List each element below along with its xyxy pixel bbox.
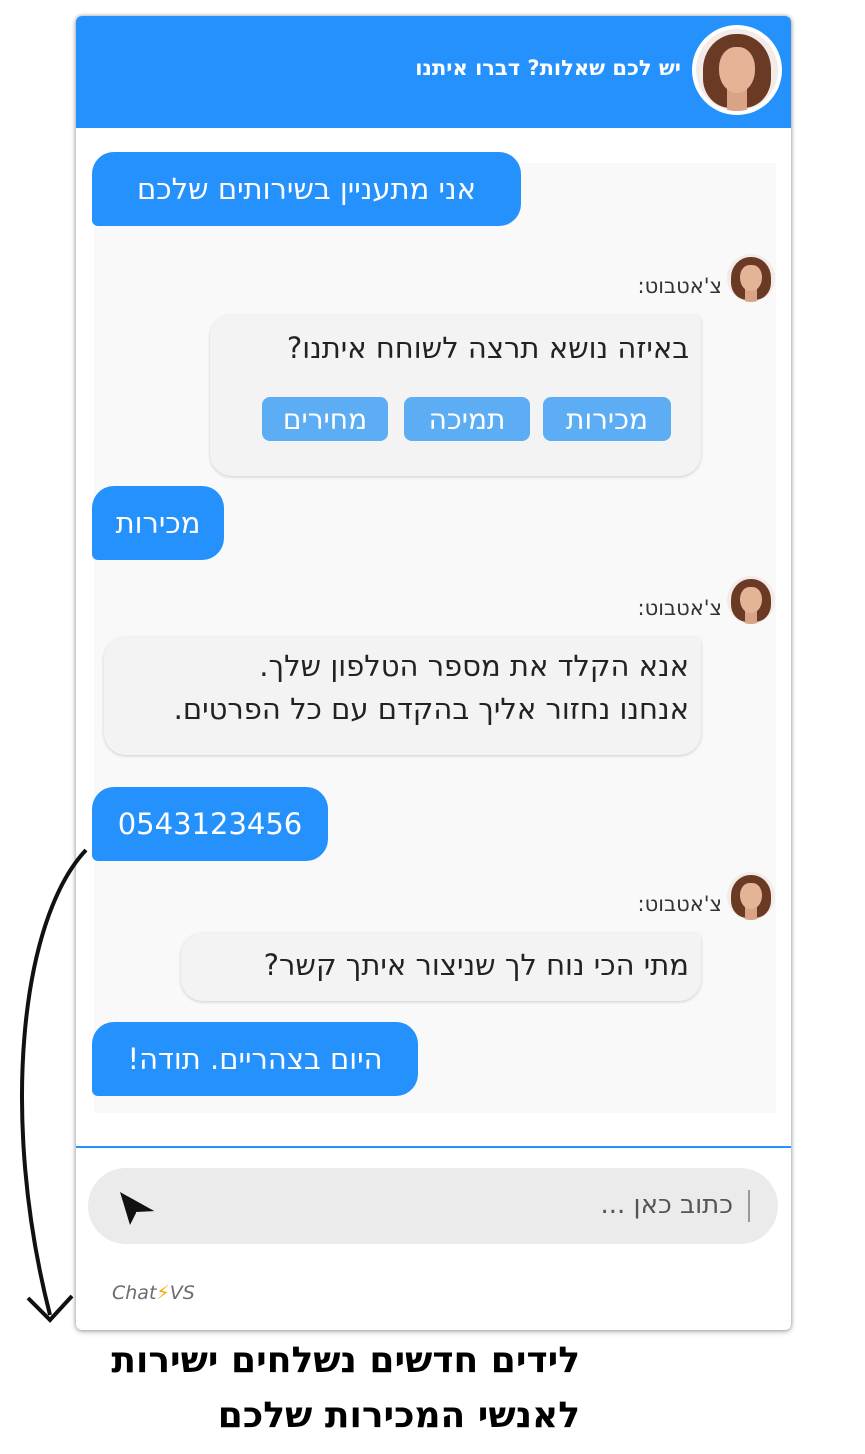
message-input[interactable]: כתוב כאן ... (88, 1168, 778, 1244)
quick-reply-sales[interactable]: מכירות (543, 397, 671, 441)
chat-header: יש לכם שאלות? דברו איתנו (76, 16, 791, 128)
chat-widget: יש לכם שאלות? דברו איתנו אני מתעניין בשי… (76, 16, 791, 1330)
message-text-line: אנא הקלד את מספר הטלפון שלך. (259, 649, 689, 683)
bot-message: אנא הקלד את מספר הטלפון שלך. אנחנו נחזור… (104, 637, 701, 755)
message-text: מתי הכי נוח לך שניצור איתך קשר? (263, 948, 689, 982)
agent-avatar (692, 25, 782, 115)
user-message: 0543123456 (92, 787, 328, 861)
bolt-icon: ⚡ (156, 1282, 170, 1304)
user-message: אני מתעניין בשירותים שלכם (92, 152, 521, 226)
quick-reply-support[interactable]: תמיכה (404, 397, 530, 441)
bot-message: באיזה נושא תרצה לשוחח איתנו? מכירות תמיכ… (210, 315, 701, 476)
send-icon[interactable] (116, 1188, 160, 1228)
bot-message: מתי הכי נוח לך שניצור איתך קשר? (181, 933, 701, 1001)
bot-name-label: צ'אטבוט: (637, 274, 722, 298)
text-caret (748, 1190, 750, 1222)
input-placeholder: כתוב כאן ... (600, 1190, 734, 1220)
header-title: יש לכם שאלות? דברו איתנו (415, 56, 681, 80)
message-text: מכירות (115, 506, 201, 540)
message-text: אני מתעניין בשירותים שלכם (137, 172, 476, 206)
brand-logo: Chat⚡VS (112, 1282, 195, 1304)
brand-suffix: VS (169, 1282, 195, 1304)
bot-name-label: צ'אטבוט: (637, 892, 722, 916)
message-list[interactable]: אני מתעניין בשירותים שלכם צ'אטבוט: באיזה… (76, 128, 791, 1146)
input-divider (76, 1146, 791, 1148)
quick-reply-prices[interactable]: מחירים (262, 397, 388, 441)
bot-avatar (727, 254, 775, 302)
brand-prefix: Chat (112, 1282, 157, 1304)
message-text-line: אנחנו נחזור אליך בהקדם עם כל הפרטים. (173, 692, 689, 726)
message-text: היום בצהריים. תודה! (127, 1042, 383, 1076)
caption-line-2: לאנשי המכירות שלכם (217, 1395, 580, 1436)
bot-name-label: צ'אטבוט: (637, 596, 722, 620)
message-text: באיזה נושא תרצה לשוחח איתנו? (286, 331, 689, 365)
bot-avatar (727, 872, 775, 920)
bot-avatar (727, 576, 775, 624)
caption-line-1: לידים חדשים נשלחים ישירות (111, 1340, 580, 1381)
message-text: 0543123456 (117, 807, 303, 841)
user-message: היום בצהריים. תודה! (92, 1022, 418, 1096)
user-message: מכירות (92, 486, 224, 560)
